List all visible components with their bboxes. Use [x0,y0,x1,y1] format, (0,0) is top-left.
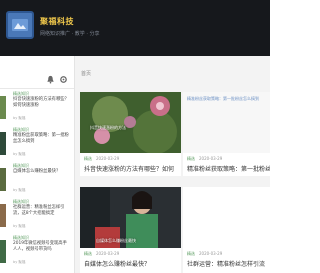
sidebar-header [0,56,74,89]
site-header: 聚福科技 网络知识推广 · 教学 · 分享 [0,0,270,56]
sidebar-thumbnail [0,204,6,227]
sidebar: 精选知识 抖音快速涨粉的方法有哪些？如何快速涨粉 by 聚福 精选知识 精准粉丝… [0,56,75,273]
sidebar-item[interactable]: 精选知识 社群运营：精准粉丝怎样引流，这8个大招能搞定 by 聚福 [0,197,74,233]
sidebar-item-meta: by 聚福 [13,260,26,264]
breadcrumb: 首页 [75,56,270,89]
article-meta: 精选 2020-03-29 [84,251,119,257]
thumbnail-caption: 抖音快速涨粉的方法 [90,125,126,130]
article-title[interactable]: 精准粉丝获取策略：第一批粉丝 [187,164,270,173]
logo-icon [12,19,28,31]
sidebar-item-title[interactable]: 2019年微信视频号变现高手人人，视频号带货吗 [13,241,71,253]
article-meta: 精选 2020-03-29 [187,156,222,162]
sidebar-item-title[interactable]: 自媒体怎么赚粉丝最快？ [13,169,71,175]
article-date: 2020-03-29 [199,156,223,161]
article-tag[interactable]: 精选 [187,251,195,256]
sidebar-item[interactable]: 精选知识 2019年微信视频号变现高手人人，视频号带货吗 by 聚福 [0,233,74,269]
settings-icon[interactable] [59,69,68,83]
article-card[interactable]: 抖音快速涨粉的方法 精选 2020-03-29 抖音快速涨粉的方法有哪些？如何 [80,92,181,176]
article-card[interactable]: 精准粉丝获取策略：第一批粉丝怎么搞到 精选 2020-03-29 精准粉丝获取策略… [183,92,270,176]
main-content: 首页 抖音快速涨粉的方法 精选 2020-03-29 抖音快速涨粉的方法有哪些？如… [75,56,270,273]
article-date: 2020-03-29 [199,251,223,256]
article-tag[interactable]: 精选 [84,251,92,256]
article-title[interactable]: 抖音快速涨粉的方法有哪些？如何 [84,164,174,173]
sidebar-item-title[interactable]: 抖音快速涨粉的方法有哪些？如何快速涨粉 [13,97,71,109]
article-card[interactable]: 精选 2020-03-29 社群运营：精准粉丝怎样引流 [183,187,270,273]
thumbnail-caption: 精准粉丝获取策略：第一批粉丝怎么搞到 [187,96,259,101]
article-thumbnail[interactable]: 自媒体怎么赚粉丝最快 [80,187,181,248]
sidebar-thumbnail [0,96,6,119]
sidebar-item[interactable]: 精选知识 自媒体怎么赚粉丝最快？ by 聚福 [0,161,74,197]
article-meta: 精选 2020-03-29 [187,251,222,257]
article-date: 2020-03-29 [96,156,120,161]
sidebar-item[interactable]: 精选知识 抖音快速涨粉的方法有哪些？如何快速涨粉 by 聚福 [0,89,74,125]
sidebar-thumbnail [0,168,6,191]
sidebar-item-meta: by 聚福 [13,224,26,228]
site-tagline: 网络知识推广 · 教学 · 分享 [40,31,100,37]
site-title[interactable]: 聚福科技 [40,16,74,27]
article-date: 2020-03-29 [96,251,120,256]
article-title[interactable]: 社群运营：精准粉丝怎样引流 [187,259,270,268]
article-title[interactable]: 自媒体怎么赚粉丝最快？ [84,259,150,268]
sidebar-item-title[interactable]: 社群运营：精准粉丝怎样引流，这8个大招能搞定 [13,205,71,217]
article-tag[interactable]: 精选 [84,156,92,161]
sidebar-thumbnail [0,132,6,155]
article-thumbnail[interactable]: 抖音快速涨粉的方法 [80,92,181,153]
sidebar-item-meta: by 聚福 [13,116,26,120]
sidebar-thumbnail [0,240,6,263]
notification-icon[interactable] [46,69,55,84]
thumbnail-caption: 自媒体怎么赚粉丝最快 [96,238,136,243]
article-meta: 精选 2020-03-29 [84,156,119,162]
sidebar-item-title[interactable]: 精准粉丝获取策略：第一批粉丝怎么搞到 [13,133,71,145]
article-card[interactable]: 自媒体怎么赚粉丝最快 精选 2020-03-29 自媒体怎么赚粉丝最快？ [80,187,181,273]
site-logo[interactable] [6,11,34,39]
sidebar-item-meta: by 聚福 [13,188,26,192]
article-thumbnail[interactable] [183,187,270,248]
sidebar-item[interactable]: 精选知识 精准粉丝获取策略：第一批粉丝怎么搞到 by 聚福 [0,125,74,161]
article-tag[interactable]: 精选 [187,156,195,161]
sidebar-item-meta: by 聚福 [13,152,26,156]
breadcrumb-home[interactable]: 首页 [81,70,91,77]
article-thumbnail[interactable]: 精准粉丝获取策略：第一批粉丝怎么搞到 [183,92,270,153]
